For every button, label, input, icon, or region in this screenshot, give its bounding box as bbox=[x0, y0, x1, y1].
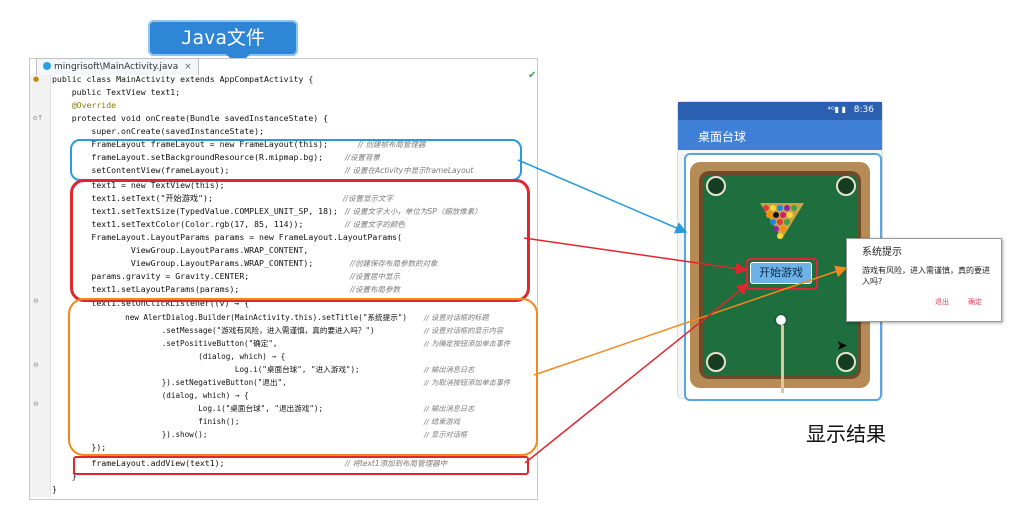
textview-arrow bbox=[523, 237, 748, 275]
addview-arrow bbox=[524, 283, 750, 464]
annotation-arrows bbox=[517, 159, 848, 464]
dialog-arrow bbox=[533, 265, 848, 376]
framelayout-arrow bbox=[517, 159, 688, 234]
